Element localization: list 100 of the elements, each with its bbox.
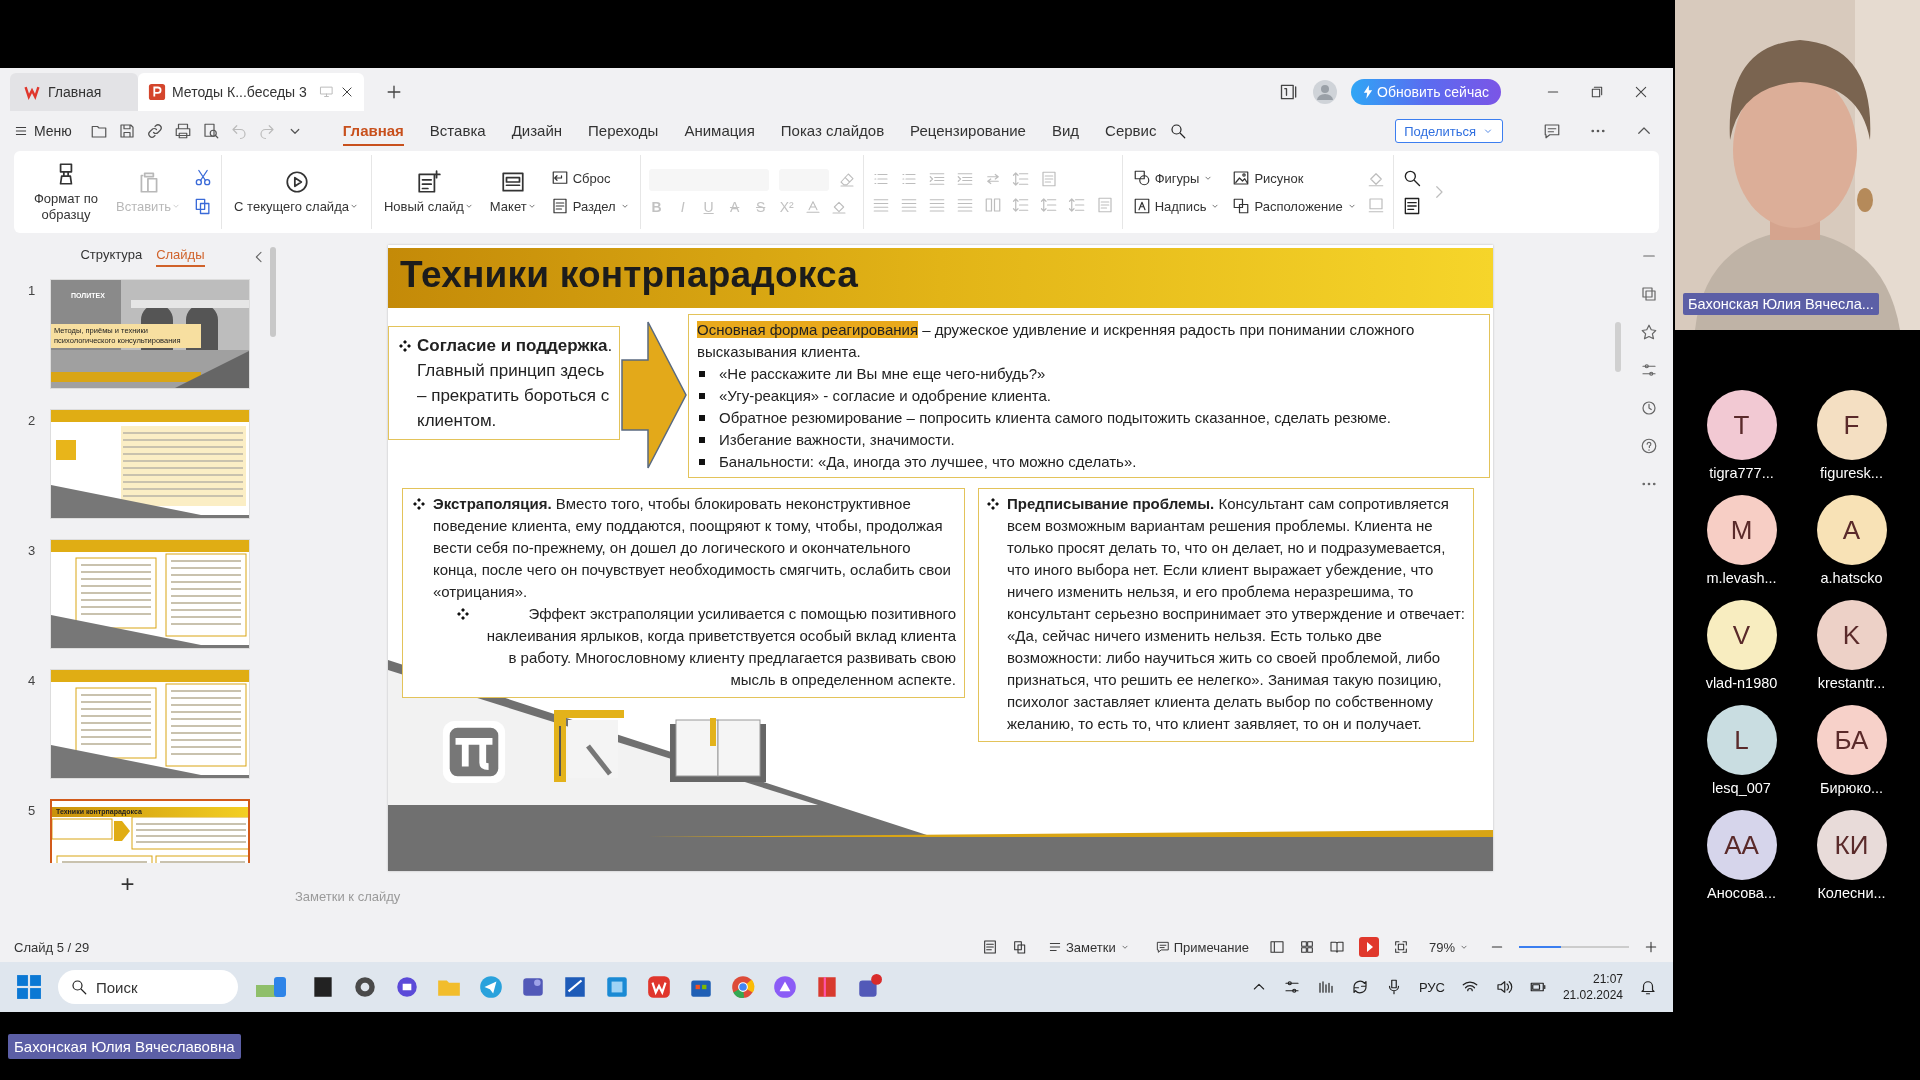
search-field[interactable]: Поиск	[58, 970, 238, 1004]
participant-name: Бирюко...	[1819, 780, 1884, 796]
reading-view-icon[interactable]	[1328, 939, 1345, 955]
sliders-icon[interactable]	[1282, 978, 1301, 996]
normal-view-icon[interactable]	[1268, 939, 1285, 955]
ribbon-button[interactable]: Надпись	[1130, 196, 1223, 216]
calculator-icon[interactable]	[604, 974, 630, 1000]
print-icon[interactable]	[173, 122, 192, 140]
participant-name: krestantr...	[1817, 675, 1886, 691]
panel-tab[interactable]: Слайды	[156, 247, 205, 267]
list-item: Избегание важности, значимости.	[719, 430, 955, 450]
avatar[interactable]: A	[1816, 495, 1887, 565]
grid-view-icon[interactable]	[1298, 939, 1315, 955]
avatar-icon[interactable]	[1313, 79, 1338, 104]
team-badge-icon[interactable]	[856, 974, 882, 1000]
slide-thumbnail[interactable]	[50, 409, 250, 519]
avatar[interactable]: K	[1816, 600, 1887, 670]
avatar[interactable]: M	[1706, 495, 1777, 565]
ribbon-button[interactable]: Раздел	[548, 196, 632, 216]
slide-thumbnail[interactable]	[50, 539, 250, 649]
scrollbar[interactable]	[270, 247, 276, 337]
speaker-icon[interactable]	[1494, 978, 1513, 996]
panel-tab[interactable]: Структура	[80, 247, 143, 267]
ribbon-button[interactable]: Сброс	[548, 168, 632, 188]
language-indicator[interactable]: РУС	[1418, 979, 1445, 995]
save-icon[interactable]	[117, 122, 136, 140]
chrome-icon[interactable]	[730, 974, 756, 1000]
bullet-icon	[699, 459, 705, 465]
bullet-icon	[987, 498, 999, 510]
print-preview-icon[interactable]	[201, 122, 220, 140]
avatar[interactable]: T	[1706, 390, 1777, 460]
export-icon[interactable]	[1012, 939, 1028, 955]
assistant-icon[interactable]	[772, 974, 798, 1000]
notes-field[interactable]: Заметки к слайду	[293, 887, 693, 905]
ribbon-tab[interactable]: Вид	[1051, 116, 1080, 146]
add-slide-button[interactable]: +	[114, 869, 141, 899]
update-button[interactable]: Обновить сейчас	[1351, 78, 1501, 105]
sliders-icon[interactable]	[1640, 361, 1658, 379]
paper-plane-icon[interactable]	[478, 974, 504, 1000]
notes-button[interactable]: Заметки	[1042, 938, 1136, 956]
comment-icon[interactable]	[1543, 122, 1561, 140]
fit-icon[interactable]	[1392, 939, 1409, 955]
star-icon[interactable]	[1640, 323, 1658, 341]
paragraph: Основная форма реагирования – дружеское удивление и искренняя радость при понимании сложного высказывания клиента.	[697, 320, 1416, 362]
font-color-icon[interactable]	[804, 199, 821, 215]
avatar[interactable]: L	[1706, 705, 1777, 775]
slides-icon[interactable]	[1640, 285, 1658, 303]
avatar[interactable]: КИ	[1816, 810, 1887, 880]
avatar[interactable]: F	[1816, 390, 1887, 460]
ribbon-tab[interactable]: Анимация	[684, 116, 755, 146]
link-icon[interactable]	[145, 122, 164, 140]
zoom-in-icon[interactable]	[1643, 939, 1659, 955]
play-slideshow-icon[interactable]	[1358, 937, 1379, 957]
office-app-icon[interactable]	[646, 974, 672, 1000]
slide-title: Техники контрпарадокса	[388, 248, 1493, 308]
ribbon-tab[interactable]: Переходы	[588, 116, 659, 146]
clock-date[interactable]: 21.02.2024	[1562, 987, 1623, 1003]
document-icon[interactable]	[562, 974, 588, 1000]
sync-icon[interactable]	[1350, 978, 1369, 996]
close-icon[interactable]	[339, 84, 354, 99]
search-icon[interactable]	[1169, 122, 1188, 140]
menu-button[interactable]: Меню	[14, 123, 72, 139]
arrow-icon	[620, 320, 688, 470]
windows-logo-icon[interactable]	[16, 974, 42, 1000]
ribbon-tab[interactable]: Рецензирование	[910, 116, 1026, 146]
document-tab[interactable]: Главная	[10, 72, 138, 111]
ribbon-tab[interactable]: Показ слайдов	[780, 116, 885, 146]
ribbon-button[interactable]: Рисунок	[1230, 168, 1359, 188]
scrollbar[interactable]	[1615, 322, 1621, 372]
bullet-icon	[399, 340, 411, 352]
ribbon-button[interactable]: Формат по образцу	[28, 158, 104, 226]
ribbon-button[interactable]: С текущего слайда	[230, 166, 363, 218]
participant-name: m.levash...	[1706, 570, 1777, 586]
document-tab[interactable]: Методы К...беседы 3	[138, 72, 364, 111]
slide-thumbnail[interactable]	[50, 669, 250, 779]
slide-number: 3	[28, 542, 37, 560]
comment-button[interactable]: Примечание	[1149, 938, 1255, 956]
notification-icon[interactable]	[1639, 978, 1657, 996]
history-icon[interactable]	[1640, 399, 1658, 417]
avatar[interactable]: БА	[1816, 705, 1887, 775]
share-button[interactable]: Поделиться	[1395, 119, 1503, 143]
ribbon-tab[interactable]: Вставка	[429, 116, 486, 146]
autofit-icon[interactable]	[982, 939, 998, 955]
participant-name: Колесни...	[1817, 885, 1886, 901]
ribbon-tab[interactable]: Сервис	[1105, 116, 1157, 146]
browser-icon[interactable]	[352, 974, 378, 1000]
ribbon-button[interactable]: Расположение	[1230, 196, 1359, 216]
avatar[interactable]: V	[1706, 600, 1777, 670]
avatar[interactable]: АА	[1706, 810, 1777, 880]
chat-icon[interactable]	[394, 974, 420, 1000]
reset-icon	[550, 169, 569, 187]
ribbon-button[interactable]: Макет	[485, 166, 541, 218]
clock-time[interactable]: 21:07	[1592, 971, 1623, 987]
ribbon-button[interactable]: Фигуры	[1130, 168, 1223, 188]
bars-icon[interactable]	[1316, 978, 1335, 996]
help-icon[interactable]	[1640, 437, 1658, 455]
ribbon-tab[interactable]: Дизайн	[511, 116, 563, 146]
zoom-dropdown[interactable]: 79%	[1422, 938, 1475, 956]
ribbon-tab[interactable]: Главная	[342, 116, 404, 146]
ribbon-button[interactable]: Новый слайд	[379, 166, 478, 218]
